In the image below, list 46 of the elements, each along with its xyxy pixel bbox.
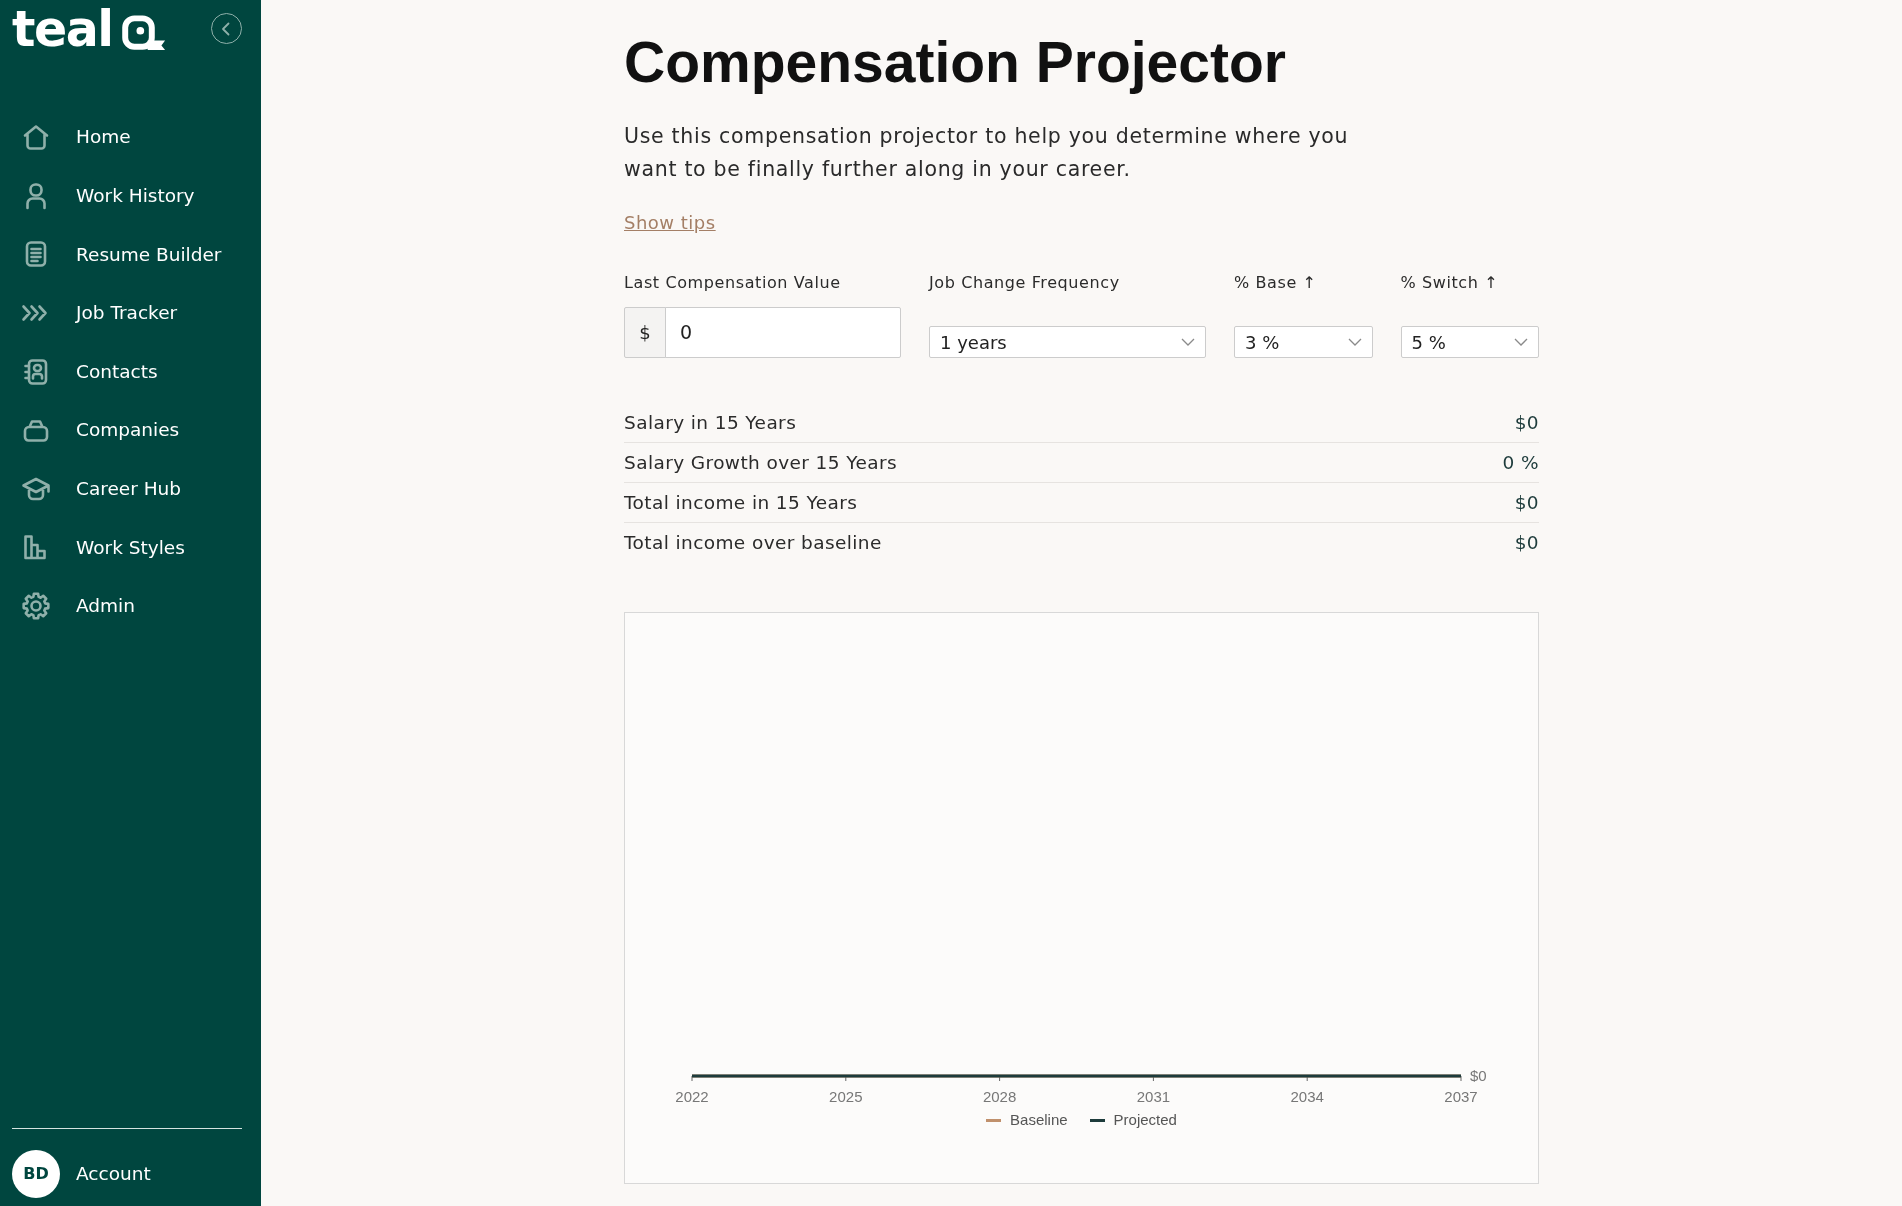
x-axis-label: 2031: [1136, 1088, 1171, 1105]
logo-mark-icon: [121, 15, 166, 52]
currency-addon: $: [624, 307, 666, 358]
legend-label: Projected: [1113, 1109, 1177, 1130]
field-label: Job Change Frequency: [929, 272, 1120, 294]
x-axis-label: 2037: [1444, 1088, 1478, 1105]
chevron-down-icon: [1514, 338, 1528, 346]
summary-label: Total income in 15 Years: [624, 491, 858, 515]
compensation-input[interactable]: 0: [665, 307, 901, 358]
chevron-down-icon: [1347, 338, 1362, 346]
field-label: Last Compensation Value: [624, 272, 841, 294]
nav-item[interactable]: Career Hub: [0, 459, 261, 519]
nav-item[interactable]: Companies: [0, 400, 261, 460]
dropdown[interactable]: 1 years: [929, 326, 1206, 358]
home-icon: [21, 122, 51, 153]
nav-item[interactable]: Work History: [0, 166, 261, 226]
logo-text: teal: [12, 6, 113, 53]
summary-label: Total income over baseline: [624, 531, 882, 555]
x-axis-label: 2034: [1290, 1088, 1324, 1105]
nav-item[interactable]: Resume Builder: [0, 225, 261, 284]
summary-value: $0: [1514, 411, 1539, 435]
nav-item[interactable]: Admin: [0, 576, 261, 636]
dropdown[interactable]: 5 %: [1400, 326, 1539, 358]
gear-icon: [21, 591, 51, 622]
chevron-down-icon: [1181, 338, 1195, 346]
nav-item[interactable]: Job Tracker: [0, 283, 261, 343]
x-axis-label: 2025: [829, 1088, 863, 1105]
legend-label: Baseline: [1010, 1109, 1068, 1130]
value-label: $0: [1470, 1067, 1487, 1084]
field-label: % Switch ↑: [1400, 272, 1499, 294]
x-axis-label: 2028: [982, 1088, 1017, 1105]
nav-item[interactable]: Work Styles: [0, 518, 261, 577]
nav-item[interactable]: Home: [0, 108, 261, 167]
summary-value: $0: [1514, 531, 1539, 555]
x-axis-label: 2022: [675, 1088, 709, 1105]
summary-label: Salary Growth over 15 Years: [624, 451, 897, 475]
nav-item[interactable]: Contacts: [0, 342, 261, 401]
summary-value: 0 %: [1502, 451, 1539, 475]
account-link[interactable]: Account: [76, 1160, 151, 1188]
avatar[interactable]: BD: [12, 1150, 60, 1198]
summary-value: $0: [1514, 491, 1539, 515]
description-text: Use this compensation projector to help you determine where you want to be finally further along in your career.: [624, 123, 1350, 183]
field-label: % Base ↑: [1234, 272, 1317, 294]
dropdown[interactable]: 3 %: [1234, 326, 1373, 358]
summary-label: Salary in 15 Years: [624, 411, 797, 435]
page-title: Compensation Projector: [624, 30, 1286, 94]
